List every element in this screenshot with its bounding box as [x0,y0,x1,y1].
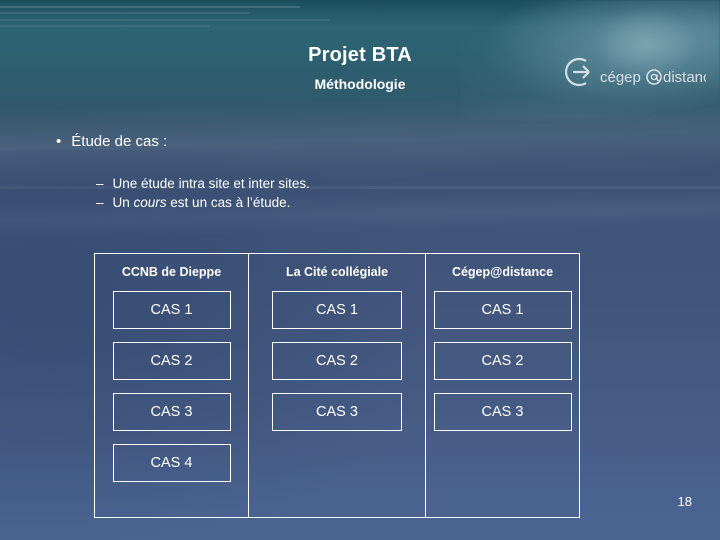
bullet-level-2-text: Une étude intra site et inter sites. [112,176,310,191]
text-segment-pre: Un [112,195,134,210]
table-column-ccnb: CCNB de Dieppe CAS 1 CAS 2 CAS 3 CAS 4 [94,253,249,518]
column-header: La Cité collégiale [285,265,389,279]
dash-marker: – [96,176,104,191]
case-study-table: CCNB de Dieppe CAS 1 CAS 2 CAS 3 CAS 4 L… [94,253,624,518]
table-column-la-cite: La Cité collégiale CAS 1 CAS 2 CAS 3 [249,253,425,518]
table-cell: CAS 1 [433,291,572,329]
slide-number: 18 [677,494,692,509]
bullet-marker: • [56,133,62,150]
dash-marker: – [96,195,104,210]
table-cell: CAS 2 [433,342,572,380]
list-item: – Une étude intra site et inter sites. [96,176,310,191]
table-cell: CAS 1 [112,291,231,329]
bullet-level-2-list: – Une étude intra site et inter sites. –… [96,176,310,214]
column-cells: CAS 1 CAS 2 CAS 3 [426,282,579,431]
table-cell: CAS 1 [272,291,402,329]
background-streak [0,6,300,8]
background-streak [0,19,330,21]
table-cell: CAS 3 [112,393,231,431]
text-segment-italic: cours [133,195,167,210]
list-item: – Un cours est un cas à l’étude. [96,195,310,210]
slide-subtitle: Méthodologie [314,76,406,92]
slide: cégep distance Projet BTA Méthodologie •… [0,0,720,540]
background-streak [0,12,250,14]
text-segment-post: est un cas à l’étude. [166,195,291,210]
bullet-level-2-text: Un cours est un cas à l’étude. [113,195,291,210]
table-cell: CAS 2 [112,342,231,380]
table-cell: CAS 4 [112,444,231,482]
slide-title: Projet BTA [308,44,412,66]
table-cell: CAS 3 [272,393,402,431]
column-header: Cégep@distance [451,265,554,279]
column-cells: CAS 1 CAS 2 CAS 3 CAS 4 [95,282,248,482]
table-cell: CAS 3 [433,393,572,431]
background-streak [0,25,210,27]
column-header: CCNB de Dieppe [121,265,222,279]
table-cell: CAS 2 [272,342,402,380]
bullet-level-1-text: Étude de cas : [71,133,168,150]
column-cells: CAS 1 CAS 2 CAS 3 [249,282,425,431]
table-column-cegep-a-distance: Cégep@distance CAS 1 CAS 2 CAS 3 [425,253,580,518]
bullet-level-1: • Étude de cas : [56,133,167,150]
